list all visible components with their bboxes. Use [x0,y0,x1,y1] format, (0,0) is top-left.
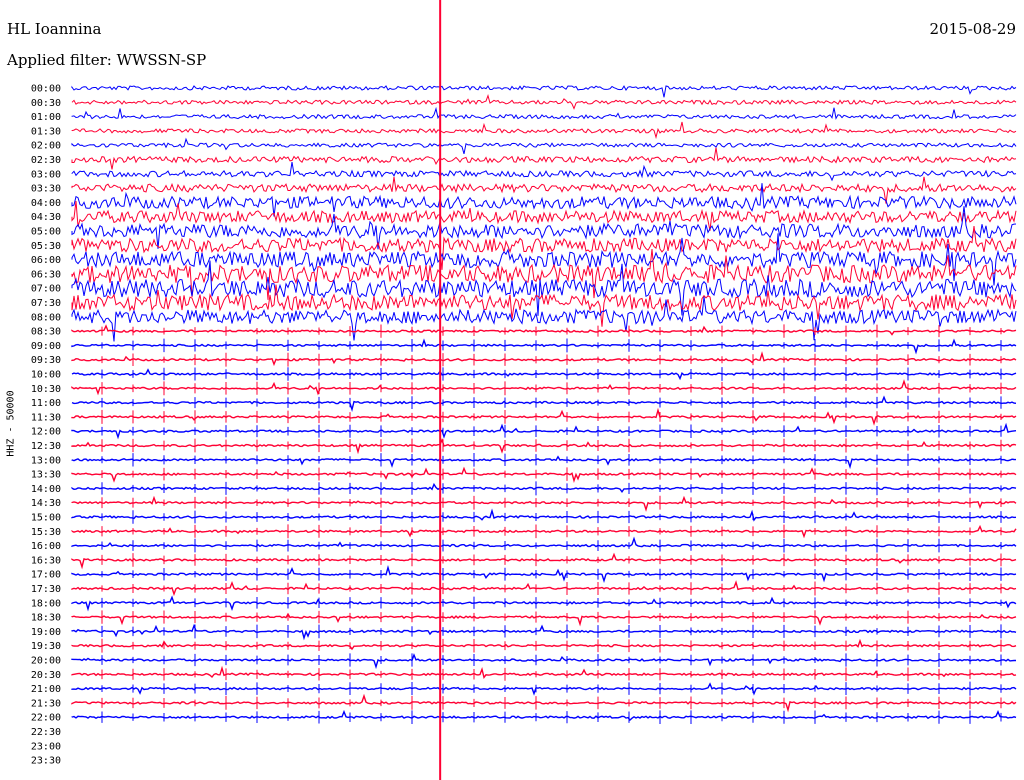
row-time-label: 08:30 [31,327,61,338]
row-time-label: 21:00 [31,684,61,695]
row-time-label: 20:00 [31,656,61,667]
row-time-label: 11:30 [31,412,61,423]
trace-row [71,379,1017,396]
row-time-label: 02:00 [31,141,61,152]
row-time-label: 01:00 [31,112,61,123]
row-time-label: 10:30 [31,384,61,395]
row-time-label: 22:00 [31,713,61,724]
row-time-label: 13:30 [31,470,61,481]
trace-row [71,94,1017,110]
trace-row [71,552,1017,570]
row-time-label: 13:00 [31,455,61,466]
trace-row [71,580,1017,597]
row-time-label: 00:30 [31,98,61,109]
trace-row [71,495,1017,512]
trace-row [71,106,1017,120]
trace-row [71,147,1017,170]
trace-row [71,407,1017,426]
trace-row [71,623,1017,641]
row-time-label: 08:00 [31,312,61,323]
helicorder-plot: 00:00 00:30 01:00 01:30 02:00 02:30 03:00 03:30… [31,0,1017,780]
row-time-label: 07:30 [31,298,61,309]
trace-row [71,565,1017,584]
row-time-label: 23:30 [31,756,61,767]
row-time-label: 14:30 [31,498,61,509]
row-time-label: 03:30 [31,184,61,195]
row-time-label: 19:00 [31,627,61,638]
row-time-label: 06:00 [31,255,61,266]
row-time-label: 16:30 [31,555,61,566]
trace-row [71,137,1017,155]
row-time-label: 15:30 [31,527,61,538]
row-time-label: 21:30 [31,698,61,709]
trace-row [71,682,1017,696]
trace-row [71,422,1017,440]
trace-row [71,466,1017,484]
trace-row [71,455,1017,470]
trace-row [71,653,1016,670]
row-time-label: 07:00 [31,284,61,295]
row-time-label: 16:00 [31,541,61,552]
trace-row [71,176,1017,204]
trace-row [71,665,1017,679]
row-time-label: 03:00 [31,169,61,180]
row-time-label: 09:30 [31,355,61,366]
trace-row [71,524,1017,539]
trace-row [71,595,1017,612]
row-time-label: 04:30 [31,212,61,223]
trace-row [71,233,1017,286]
trace-row [71,121,1017,140]
row-time-label: 00:00 [31,84,61,95]
row-time-label: 06:30 [31,269,61,280]
trace-row [71,162,1017,182]
row-time-label: 19:30 [31,641,61,652]
row-time-label: 17:30 [31,584,61,595]
seismic-traces [71,85,1017,725]
row-time-label: 04:00 [31,198,61,209]
trace-row [71,395,1017,413]
trace-row [71,508,1017,522]
trace-row [71,709,1017,722]
row-time-label: 20:30 [31,670,61,681]
row-time-label: 02:30 [31,155,61,166]
time-labels: 00:00 00:30 01:00 01:30 02:00 02:30 03:00 03:30… [31,84,61,767]
trace-row [71,351,1017,367]
row-time-label: 14:00 [31,484,61,495]
trace-row [71,368,1017,381]
row-time-label: 12:30 [31,441,61,452]
trace-row [71,536,1017,548]
trace-row [71,482,1017,494]
trace-row [71,612,1017,627]
row-time-label: 22:30 [31,727,61,738]
row-time-label: 12:00 [31,427,61,438]
row-time-label: 10:00 [31,370,61,381]
row-time-label: 23:00 [31,741,61,752]
trace-row [71,638,1017,651]
trace-row [71,438,1017,455]
row-time-label: 01:30 [31,126,61,137]
trace-row [71,338,1017,355]
row-time-label: 15:00 [31,513,61,524]
row-time-label: 11:00 [31,398,61,409]
row-time-label: 17:00 [31,570,61,581]
row-time-label: 18:30 [31,613,61,624]
trace-row [71,324,1017,336]
row-time-label: 05:00 [31,227,61,238]
trace-row [71,183,1017,217]
trace-row [71,260,1017,316]
row-time-label: 09:00 [31,341,61,352]
row-time-label: 05:30 [31,241,61,252]
row-time-label: 18:00 [31,598,61,609]
trace-row [71,693,1017,713]
trace-row [71,85,1017,98]
